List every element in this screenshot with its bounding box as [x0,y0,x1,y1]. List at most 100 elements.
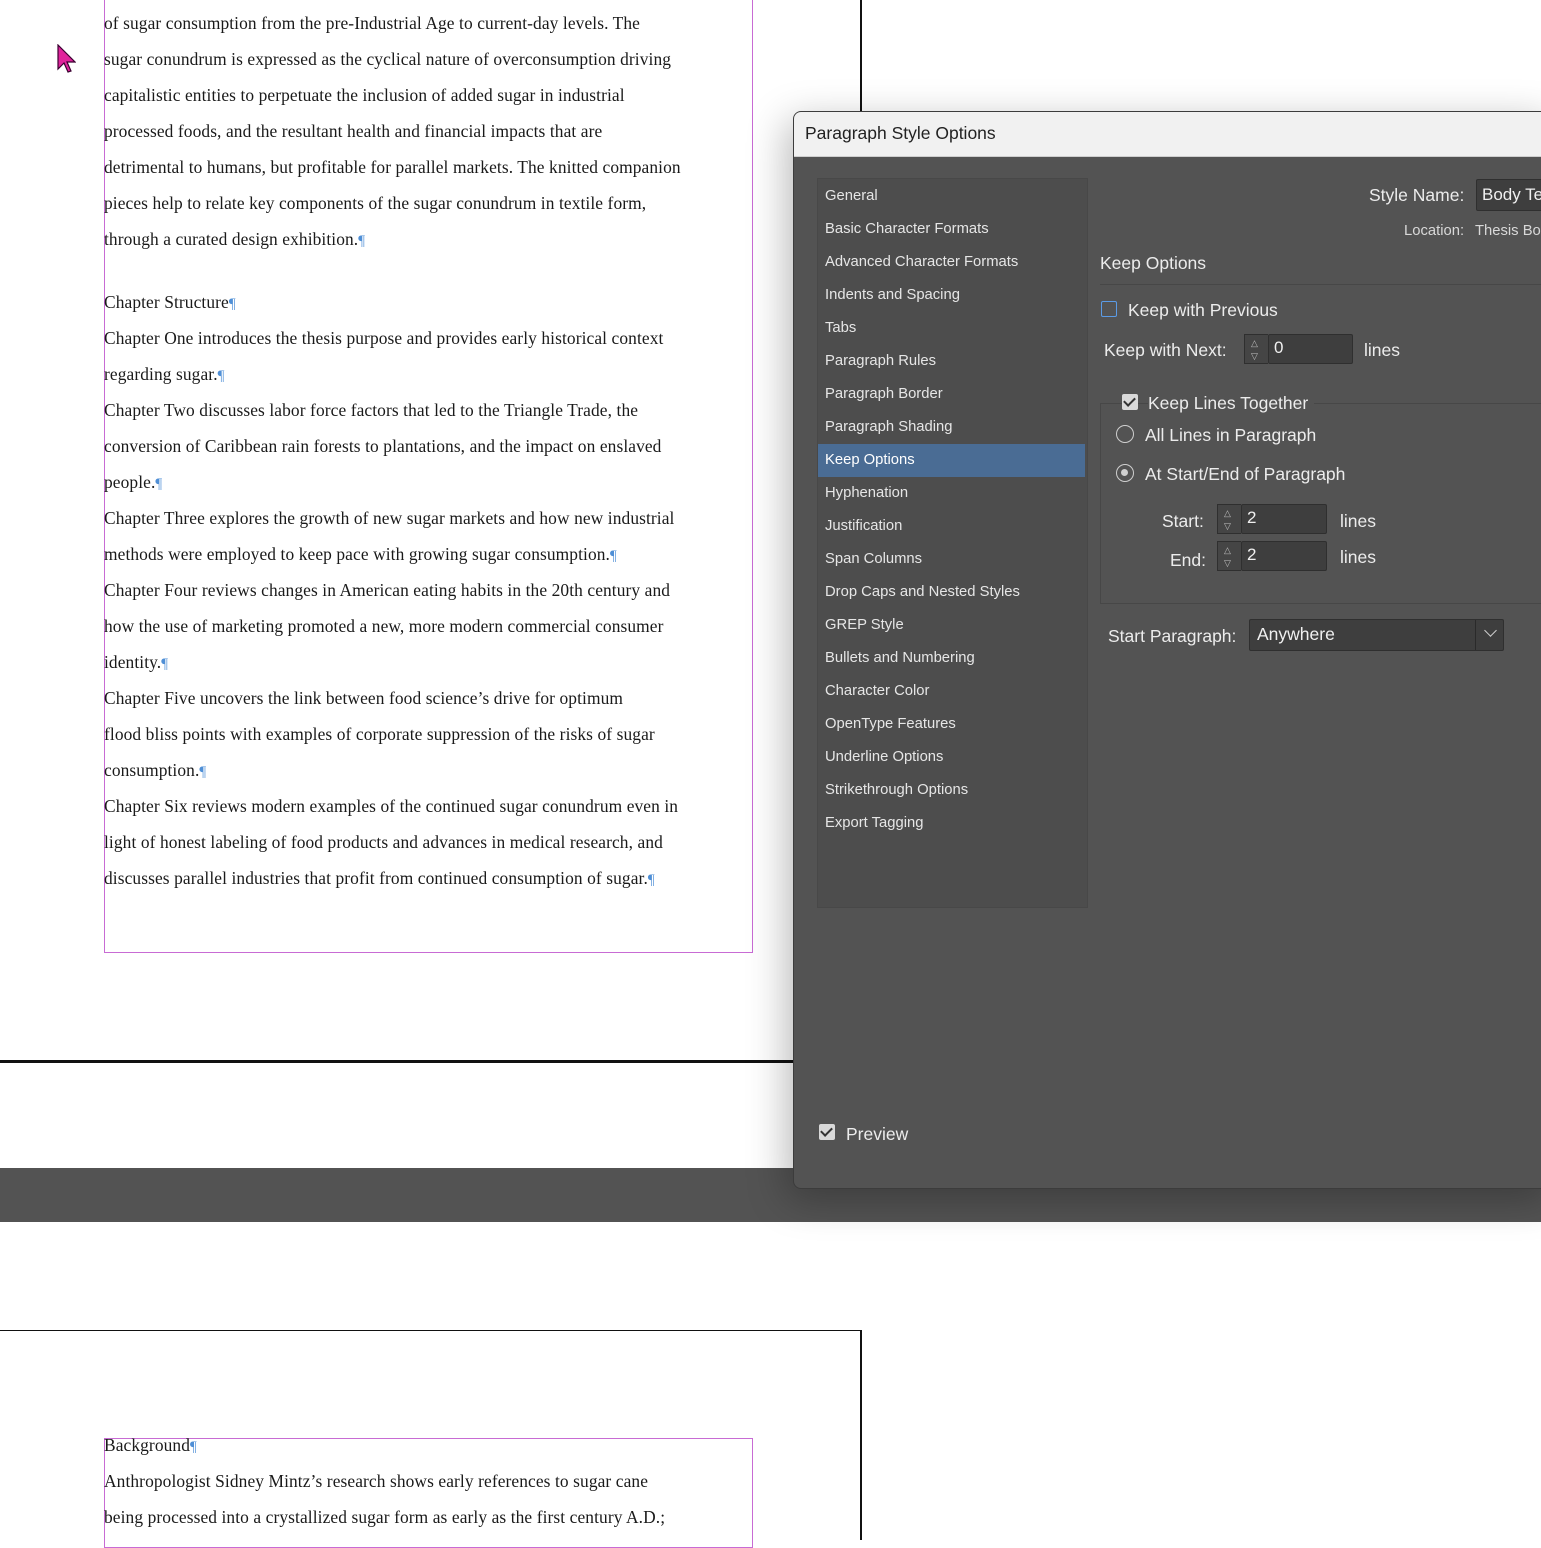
category-item-paragraph-rules[interactable]: Paragraph Rules [818,345,1085,378]
text-line: through a curated design exhibition.¶ [104,229,365,250]
text-line-content: people. [104,472,156,492]
text-line: how the use of marketing promoted a new,… [104,616,664,637]
keep-with-previous-label[interactable]: Keep with Previous [1128,300,1278,321]
start-input[interactable]: 2 [1241,504,1327,534]
category-item-opentype-features[interactable]: OpenType Features [818,708,1085,741]
stepper-down-icon[interactable]: ▽ [1251,352,1258,361]
stepper-up-icon[interactable]: △ [1224,509,1231,518]
category-item-strikethrough-options[interactable]: Strikethrough Options [818,774,1085,807]
pilcrow-mark: ¶ [190,1439,197,1455]
category-item-basic-character-formats[interactable]: Basic Character Formats [818,213,1085,246]
category-item-character-color[interactable]: Character Color [818,675,1085,708]
category-item-grep-style[interactable]: GREP Style [818,609,1085,642]
end-unit: lines [1340,547,1376,567]
keep-with-next-stepper[interactable]: △ ▽ [1244,334,1268,364]
category-item-paragraph-shading[interactable]: Paragraph Shading [818,411,1085,444]
keep-lines-together-label[interactable]: Keep Lines Together [1148,393,1315,414]
category-list: General Basic Character Formats Advanced C… [817,178,1088,908]
text-line-content: how the use of marketing promoted a new,… [104,616,664,636]
text-line-content: pieces help to relate key components of … [104,193,647,213]
text-line-content: consumption. [104,760,200,780]
end-stepper[interactable]: △ ▽ [1217,541,1241,571]
category-item-underline-options[interactable]: Underline Options [818,741,1085,774]
style-name-input[interactable]: Body Te [1476,179,1541,211]
pilcrow-mark: ¶ [647,872,655,888]
text-line-content: Chapter Structure [104,292,229,312]
paragraph-style-options-dialog: Paragraph Style Options General Basic Cha… [793,111,1541,1189]
keep-with-next-input[interactable]: 0 [1268,334,1353,364]
end-input[interactable]: 2 [1241,541,1327,571]
text-line: Chapter Six reviews modern examples of t… [104,796,678,817]
category-item-justification[interactable]: Justification [818,510,1085,543]
category-item-bullets-and-numbering[interactable]: Bullets and Numbering [818,642,1085,675]
pointer-cursor-icon [57,44,76,73]
end-label: End: [1170,550,1206,570]
start-paragraph-select[interactable]: Anywhere [1249,619,1504,651]
at-start-end-label[interactable]: At Start/End of Paragraph [1145,464,1345,485]
category-item-span-columns[interactable]: Span Columns [818,543,1085,576]
preview-label[interactable]: Preview [846,1124,908,1145]
preview-checkbox[interactable] [819,1124,835,1140]
pilcrow-mark: ¶ [609,548,617,564]
end-value: 2 [1247,545,1257,564]
select-separator [1475,620,1476,650]
location-label: Location: [1404,223,1465,239]
text-line: being processed into a crystallized suga… [104,1507,665,1528]
pilcrow-mark: ¶ [199,764,207,780]
all-lines-label[interactable]: All Lines in Paragraph [1145,425,1316,446]
text-line-content: Chapter Six reviews modern examples of t… [104,796,679,816]
text-line-content: light of honest labeling of food product… [104,832,663,852]
text-line-content: conversion of Caribbean rain forests to … [104,436,662,456]
start-paragraph-label: Start Paragraph: [1108,626,1237,646]
text-line-content: detrimental to humans, but profitable fo… [104,157,681,177]
text-line: discusses parallel industries that profi… [104,868,655,889]
keep-with-previous-checkbox[interactable] [1101,301,1117,317]
category-item-advanced-character-formats[interactable]: Advanced Character Formats [818,246,1085,279]
category-item-indents-and-spacing[interactable]: Indents and Spacing [818,279,1085,312]
category-item-hyphenation[interactable]: Hyphenation [818,477,1085,510]
text-frame-lower[interactable] [104,1438,753,1548]
page-edge-bottom [0,1060,862,1063]
text-line: Chapter One introduces the thesis purpos… [104,328,663,349]
stepper-up-icon[interactable]: △ [1251,339,1258,348]
text-line: sugar conundrum is expressed as the cycl… [104,49,671,70]
at-start-end-radio[interactable] [1116,464,1134,482]
text-line: identity.¶ [104,652,168,673]
text-line-content: methods were employed to keep pace with … [104,544,610,564]
text-line-content: Chapter Five uncovers the link between f… [104,688,624,708]
text-line: Anthropologist Sidney Mintz’s research s… [104,1471,648,1492]
text-line-content: Anthropologist Sidney Mintz’s research s… [104,1471,649,1491]
start-label: Start: [1162,511,1204,531]
text-line-content: being processed into a crystallized suga… [104,1507,666,1527]
text-line-content: Chapter Two discusses labor force factor… [104,400,639,420]
category-item-general[interactable]: General [818,180,1085,213]
page-edge-right-lower [860,1330,862,1540]
category-item-export-tagging[interactable]: Export Tagging [818,807,1085,840]
start-unit: lines [1340,511,1376,531]
keep-with-next-unit: lines [1364,340,1400,360]
stepper-down-icon[interactable]: ▽ [1224,559,1231,568]
stepper-up-icon[interactable]: △ [1224,546,1231,555]
all-lines-radio[interactable] [1116,425,1134,443]
text-line: Chapter Five uncovers the link between f… [104,688,623,709]
text-line-content: flood bliss points with examples of corp… [104,724,655,744]
page-edge-top [0,1330,862,1331]
dialog-titlebar[interactable]: Paragraph Style Options [794,112,1541,157]
text-line: consumption.¶ [104,760,206,781]
pilcrow-mark: ¶ [358,233,366,249]
text-line: light of honest labeling of food product… [104,832,663,853]
keep-lines-together-checkbox[interactable] [1122,394,1138,410]
category-item-tabs[interactable]: Tabs [818,312,1085,345]
start-stepper[interactable]: △ ▽ [1217,504,1241,534]
text-line: processed foods, and the resultant healt… [104,121,602,142]
category-item-drop-caps-and-nested-styles[interactable]: Drop Caps and Nested Styles [818,576,1085,609]
start-value: 2 [1247,508,1257,527]
text-line: conversion of Caribbean rain forests to … [104,436,661,457]
style-name-label: Style Name: [1369,185,1465,205]
category-item-keep-options[interactable]: Keep Options [818,444,1085,477]
dialog-title: Paragraph Style Options [805,123,996,143]
category-item-paragraph-border[interactable]: Paragraph Border [818,378,1085,411]
stepper-down-icon[interactable]: ▽ [1224,522,1231,531]
pilcrow-mark: ¶ [217,368,225,384]
text-line: Background¶ [104,1435,197,1456]
